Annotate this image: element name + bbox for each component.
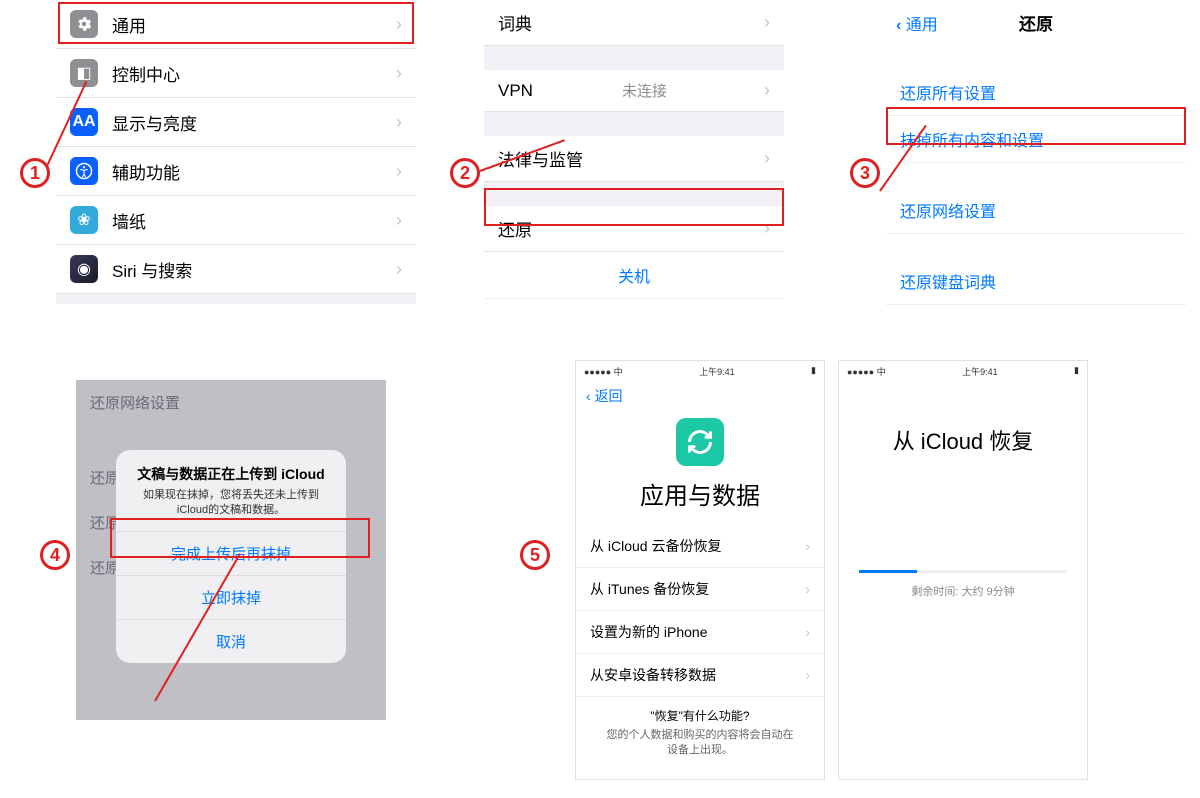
opt-icloud-restore[interactable]: 从 iCloud 云备份恢复› — [576, 525, 824, 568]
chevron-right-icon: › — [396, 259, 402, 280]
back-button[interactable]: ‹ 通用 — [896, 11, 938, 35]
dialog-cancel-button[interactable]: 取消 — [116, 619, 346, 663]
progress-text: 剩余时间: 大约 9分钟 — [839, 583, 1087, 599]
chevron-left-icon: ‹ — [586, 388, 591, 404]
carrier: ●●●●● 中 — [847, 365, 886, 378]
chevron-right-icon: › — [764, 12, 770, 33]
step-badge-5: 5 — [520, 540, 550, 570]
row-reset[interactable]: 还原 › — [484, 206, 784, 252]
row-erase-all[interactable]: 抹掉所有内容和设置 — [886, 116, 1186, 163]
panel-reset: ‹ 通用 还原 还原所有设置 抹掉所有内容和设置 还原网络设置 还原键盘词典 — [886, 0, 1186, 305]
battery-icon: ▮ — [1074, 365, 1079, 378]
row-display[interactable]: AA 显示与亮度 › — [56, 98, 416, 147]
opt-android-transfer[interactable]: 从安卓设备转移数据› — [576, 654, 824, 697]
screen-title: 应用与数据 — [576, 470, 824, 525]
step-badge-4: 4 — [40, 540, 70, 570]
phone-icloud-restore: ●●●●● 中 上午9:41 ▮ 从 iCloud 恢复 剩余时间: 大约 9分… — [838, 360, 1088, 780]
chevron-right-icon: › — [805, 667, 810, 683]
footer-question: "恢复"有什么功能? — [576, 697, 824, 728]
panel-dialog: 还原网络设置 还原键 还原主 还原位 文稿与数据正在上传到 iCloud 如果现… — [76, 380, 386, 720]
chevron-right-icon: › — [396, 14, 402, 35]
chevron-right-icon: › — [764, 218, 770, 239]
status-bar: ●●●●● 中 上午9:41 ▮ — [839, 361, 1087, 382]
nav-header: ‹ 通用 还原 — [886, 0, 1186, 45]
row-reset-keyboard[interactable]: 还原键盘词典 — [886, 258, 1186, 305]
row-label: 通用 — [112, 12, 146, 37]
panel-settings-main: 通用 › ◧ 控制中心 › AA 显示与亮度 › 辅助功能 › ❀ 墙纸 › ◉… — [56, 0, 416, 304]
row-control-center[interactable]: ◧ 控制中心 › — [56, 49, 416, 98]
chevron-left-icon: ‹ — [896, 17, 901, 34]
row-value: 未连接 — [622, 80, 667, 101]
chevron-right-icon: › — [805, 581, 810, 597]
back-button[interactable]: ‹ 返回 — [576, 382, 824, 410]
row-label: Siri 与搜索 — [112, 257, 192, 282]
dialog-message: 如果现在抹掉，您将丢失还未上传到iCloud的文稿和数据。 — [116, 488, 346, 531]
row-label: 墙纸 — [112, 208, 146, 233]
chevron-right-icon: › — [764, 148, 770, 169]
phone-apps-data: ●●●●● 中 上午9:41 ▮ ‹ 返回 应用与数据 从 iCloud 云备份… — [575, 360, 825, 780]
bg-row-0: 还原网络设置 — [76, 380, 386, 425]
status-time: 上午9:41 — [699, 365, 735, 378]
dialog-erase-now-button[interactable]: 立即抹掉 — [116, 575, 346, 619]
row-label: 词典 — [498, 10, 532, 35]
opt-itunes-restore[interactable]: 从 iTunes 备份恢复› — [576, 568, 824, 611]
row-shutdown[interactable]: 关机 — [484, 252, 784, 299]
row-accessibility[interactable]: 辅助功能 › — [56, 147, 416, 196]
row-label: VPN — [498, 81, 533, 101]
step-badge-2: 2 — [450, 158, 480, 188]
chevron-right-icon: › — [764, 80, 770, 101]
row-label: 控制中心 — [112, 61, 180, 86]
row-reset-network[interactable]: 还原网络设置 — [886, 187, 1186, 234]
row-siri[interactable]: ◉ Siri 与搜索 › — [56, 245, 416, 294]
row-label: 显示与亮度 — [112, 110, 197, 135]
battery-icon: ▮ — [811, 365, 816, 378]
chevron-right-icon: › — [396, 112, 402, 133]
nav-title: 还原 — [1019, 10, 1053, 35]
accessibility-icon — [70, 157, 98, 185]
siri-icon: ◉ — [70, 255, 98, 283]
step-badge-3: 3 — [850, 158, 880, 188]
dialog-title: 文稿与数据正在上传到 iCloud — [116, 450, 346, 488]
chevron-right-icon: › — [805, 538, 810, 554]
chevron-right-icon: › — [396, 210, 402, 231]
step-badge-1: 1 — [20, 158, 50, 188]
row-dictionary[interactable]: 词典 › — [484, 0, 784, 46]
chevron-right-icon: › — [396, 63, 402, 84]
row-vpn[interactable]: VPN 未连接 › — [484, 70, 784, 112]
opt-setup-new[interactable]: 设置为新的 iPhone› — [576, 611, 824, 654]
gear-icon — [70, 10, 98, 38]
footer-description: 您的个人数据和购买的内容将会自动在设备上出现。 — [576, 728, 824, 779]
apps-data-icon — [676, 418, 724, 466]
display-icon: AA — [70, 108, 98, 136]
chevron-right-icon: › — [396, 161, 402, 182]
row-general[interactable]: 通用 › — [56, 0, 416, 49]
row-label: 还原 — [498, 216, 532, 241]
screen-title: 从 iCloud 恢复 — [839, 418, 1087, 470]
alert-dialog: 文稿与数据正在上传到 iCloud 如果现在抹掉，您将丢失还未上传到iCloud… — [116, 450, 346, 663]
row-legal[interactable]: 法律与监管 › — [484, 136, 784, 182]
carrier: ●●●●● 中 — [584, 365, 623, 378]
panel-general: 词典 › VPN 未连接 › 法律与监管 › 还原 › 关机 — [484, 0, 784, 299]
row-wallpaper[interactable]: ❀ 墙纸 › — [56, 196, 416, 245]
row-reset-all-settings[interactable]: 还原所有设置 — [886, 69, 1186, 116]
wallpaper-icon: ❀ — [70, 206, 98, 234]
progress-bar — [859, 570, 1067, 573]
status-bar: ●●●●● 中 上午9:41 ▮ — [576, 361, 824, 382]
chevron-right-icon: › — [805, 624, 810, 640]
status-time: 上午9:41 — [962, 365, 998, 378]
progress-fill — [859, 570, 917, 573]
row-label: 辅助功能 — [112, 159, 180, 184]
